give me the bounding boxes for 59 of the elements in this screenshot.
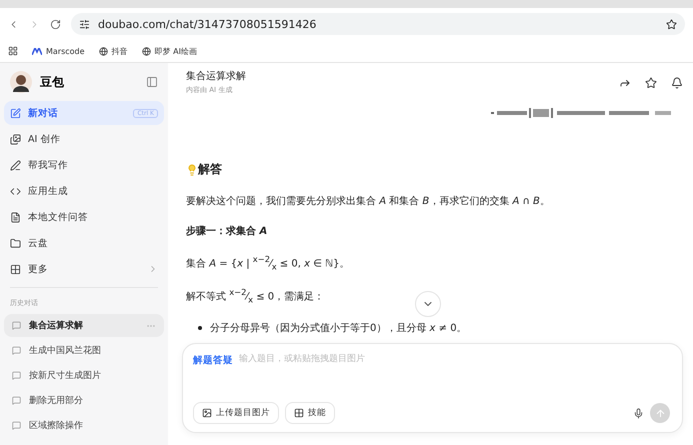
skills-button[interactable]: 技能 — [285, 402, 335, 424]
bookmark-star-icon — [666, 18, 677, 30]
apps-icon — [8, 46, 18, 56]
sidebar-toggle-icon — [146, 76, 158, 88]
grid-icon — [294, 408, 304, 418]
nav-item[interactable]: 更多 — [4, 257, 164, 281]
mode-label[interactable]: 解题答疑 — [193, 354, 233, 367]
globe-icon — [142, 46, 151, 56]
microphone-icon — [633, 408, 644, 418]
bullet-icon — [198, 326, 202, 330]
chat-icon — [12, 346, 21, 355]
scroll-down-button[interactable] — [415, 291, 441, 317]
avatar-icon — [10, 71, 32, 93]
history-item[interactable]: 区域擦除操作 — [4, 414, 164, 437]
image-icon — [202, 408, 212, 418]
bell-icon — [671, 77, 683, 89]
chat-icon — [12, 396, 21, 405]
logo-icon — [32, 48, 42, 54]
answer-heading: 解答 — [198, 161, 222, 178]
history-item[interactable]: 删除无用部分 — [4, 389, 164, 412]
upload-image-button[interactable]: 上传题目图片 — [193, 402, 279, 424]
arrow-up-icon — [654, 408, 666, 418]
bookmark-link[interactable]: Marscode — [32, 46, 85, 56]
address-bar[interactable]: doubao.com/chat/31473708051591426 — [71, 13, 685, 35]
reload-icon — [50, 18, 61, 30]
history-item[interactable]: 生成中国风兰花图 — [4, 339, 164, 362]
site-settings-icon — [79, 18, 90, 30]
nav-icon — [10, 108, 21, 118]
bullet-text: 分子分母异号（因为分式值小于等于0），且分母 x ≠ 0。 — [210, 322, 467, 335]
chat-icon — [12, 371, 21, 380]
nav-item[interactable]: 本地文件问答 — [4, 205, 164, 229]
nav-icon — [10, 186, 21, 196]
app-name: 豆包 — [40, 74, 65, 90]
nav-item[interactable]: 云盘 — [4, 231, 164, 255]
share-icon — [619, 77, 631, 89]
answer-paragraph: 解不等式 $^{x−2}$⁄$_{x}$ ≤ 0，需满足： — [186, 287, 324, 305]
bookmark-link[interactable]: 即梦 AI绘画 — [142, 46, 197, 56]
star-icon — [645, 77, 657, 89]
chat-title: 集合运算求解 — [186, 70, 247, 83]
bookmark-link[interactable]: 抖音 — [98, 46, 128, 56]
chat-icon — [12, 421, 21, 430]
nav-item[interactable]: 帮我写作 — [4, 153, 164, 177]
nav-icon — [10, 160, 21, 170]
nav-icon — [10, 238, 21, 248]
step-heading: 步骤一：求集合 A — [186, 224, 268, 238]
lightbulb-icon — [186, 164, 198, 176]
nav-icon — [10, 212, 21, 222]
globe-icon — [98, 46, 108, 56]
nav-icon — [10, 264, 21, 274]
answer-paragraph: 要解决这个问题，我们需要先分别求出集合 A 和集合 B，再求它们的交集 A ∩ B。 — [186, 194, 550, 208]
send-button[interactable] — [650, 403, 670, 423]
answer-paragraph: 集合 A = {x | $^{x−2}$⁄$_{x}$ ≤ 0, x ∈ ℕ}。 — [186, 254, 350, 272]
history-item[interactable]: 按新尺寸生成图片 — [4, 364, 164, 387]
history-item[interactable]: 集合运算求解 — [4, 314, 164, 337]
nav-item[interactable]: AI 创作 — [4, 127, 164, 151]
chat-icon — [12, 321, 21, 330]
nav-item[interactable]: 应用生成 — [4, 179, 164, 203]
nav-icon — [10, 134, 21, 144]
url-text: doubao.com/chat/31473708051591426 — [98, 18, 318, 30]
